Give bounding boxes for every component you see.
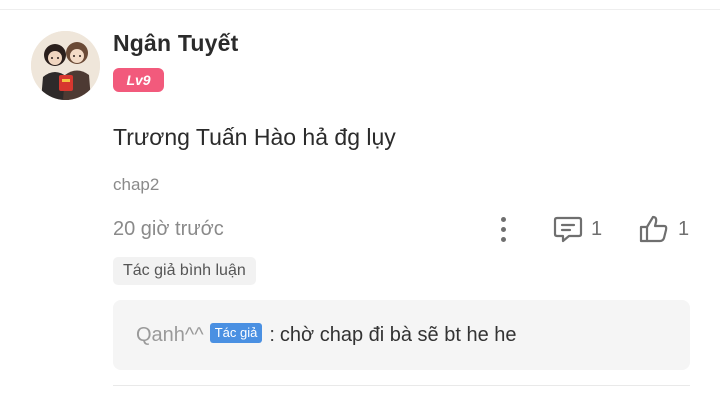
more-vertical-icon-dot bbox=[500, 236, 506, 242]
more-options-button[interactable] bbox=[490, 212, 516, 246]
comment-icon bbox=[553, 216, 583, 243]
like-count: 1 bbox=[678, 217, 690, 240]
bottom-divider bbox=[113, 385, 690, 386]
reply-separator: : bbox=[269, 323, 275, 346]
reply-button[interactable]: 1 bbox=[553, 212, 602, 246]
level-badge: Lv9 bbox=[113, 68, 164, 92]
author-badge: Tác giả bbox=[209, 323, 263, 343]
reply-count: 1 bbox=[591, 217, 603, 240]
author-reply[interactable]: Qanh^^ Tác giả : chờ chap đi bà sẽ bt he… bbox=[113, 300, 690, 370]
username[interactable]: Ngân Tuyết bbox=[113, 30, 239, 57]
more-vertical-icon-dot bbox=[500, 226, 506, 232]
author-comment-tag: Tác giả bình luận bbox=[113, 257, 256, 285]
chapter-tag: chap2 bbox=[113, 175, 160, 194]
timestamp: 20 giờ trước bbox=[113, 218, 224, 240]
like-button[interactable]: 1 bbox=[638, 212, 689, 246]
reply-text: chờ chap đi bà sẽ bt he he bbox=[279, 323, 517, 346]
more-vertical-icon bbox=[500, 216, 506, 222]
comment-item: Ngân Tuyết Lv9 Trương Tuấn Hào hả đg lụy… bbox=[0, 0, 720, 402]
avatar-image bbox=[31, 31, 100, 100]
reply-username[interactable]: Qanh^^ bbox=[136, 324, 204, 347]
thumbs-up-icon bbox=[639, 215, 668, 243]
comment-text: Trương Tuấn Hào hả đg lụy bbox=[113, 124, 396, 150]
avatar[interactable] bbox=[31, 31, 100, 100]
